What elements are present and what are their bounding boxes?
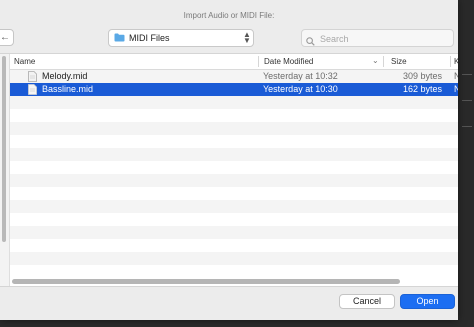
- empty-row: [10, 135, 458, 148]
- search-field[interactable]: [301, 29, 454, 47]
- file-name: Bassline.mid: [42, 84, 94, 94]
- file-rows: Melody.mid Yesterday at 10:32 309 bytes …: [10, 70, 458, 276]
- empty-row: [10, 174, 458, 187]
- empty-row: [10, 265, 458, 278]
- empty-row: [10, 96, 458, 109]
- empty-row: [10, 200, 458, 213]
- background-tick: [462, 126, 472, 127]
- sidebar-scrollbar[interactable]: [0, 54, 10, 286]
- empty-row: [10, 109, 458, 122]
- file-table: Name Date Modified ⌄ Size K Melody.mid Y…: [10, 54, 458, 286]
- background-tick: [462, 100, 472, 101]
- empty-row: [10, 226, 458, 239]
- table-row[interactable]: Bassline.mid Yesterday at 10:30 162 byte…: [10, 83, 458, 96]
- file-size: 162 bytes: [403, 84, 443, 94]
- column-header-size[interactable]: Size: [391, 57, 407, 66]
- back-button[interactable]: ←: [0, 29, 14, 46]
- open-button[interactable]: Open: [400, 294, 455, 309]
- horizontal-scrollbar[interactable]: [10, 278, 458, 286]
- file-size: 309 bytes: [403, 71, 443, 81]
- empty-row: [10, 187, 458, 200]
- empty-row: [10, 213, 458, 226]
- column-divider[interactable]: [450, 56, 451, 67]
- column-header-date[interactable]: Date Modified: [264, 57, 313, 66]
- midi-file-icon: [28, 84, 37, 95]
- column-header-name[interactable]: Name: [14, 57, 35, 66]
- location-popup[interactable]: MIDI Files ▲ ▼: [108, 29, 254, 47]
- background-tick: [462, 74, 472, 75]
- background-window-right: [458, 0, 474, 327]
- file-browser: Name Date Modified ⌄ Size K Melody.mid Y…: [0, 53, 458, 287]
- empty-row: [10, 252, 458, 265]
- cancel-button[interactable]: Cancel: [339, 294, 395, 309]
- sidebar-scroll-thumb[interactable]: [2, 56, 6, 242]
- empty-row: [10, 148, 458, 161]
- empty-row: [10, 122, 458, 135]
- import-file-dialog: Import Audio or MIDI File: ← MIDI Files …: [0, 0, 458, 320]
- column-divider[interactable]: [258, 56, 259, 67]
- horizontal-scroll-thumb[interactable]: [12, 279, 400, 284]
- search-icon: [306, 33, 315, 51]
- file-kind: N: [454, 71, 458, 81]
- file-kind: N: [454, 84, 458, 94]
- file-date: Yesterday at 10:32: [263, 71, 338, 81]
- table-row[interactable]: Melody.mid Yesterday at 10:32 309 bytes …: [10, 70, 458, 83]
- chevron-down-icon: ⌄: [372, 56, 379, 65]
- location-label: MIDI Files: [129, 33, 170, 43]
- table-header: Name Date Modified ⌄ Size K: [10, 54, 458, 70]
- updown-chevron-icon: ▲ ▼: [243, 30, 251, 45]
- background-window-bottom: [0, 320, 474, 327]
- file-name: Melody.mid: [42, 71, 88, 81]
- search-input[interactable]: [318, 31, 452, 47]
- column-divider[interactable]: [383, 56, 384, 67]
- dialog-title: Import Audio or MIDI File:: [183, 11, 275, 20]
- column-header-kind[interactable]: K: [454, 57, 458, 66]
- empty-row: [10, 239, 458, 252]
- folder-icon: [114, 33, 125, 44]
- empty-row: [10, 161, 458, 174]
- midi-file-icon: [28, 71, 37, 82]
- file-date: Yesterday at 10:30: [263, 84, 338, 94]
